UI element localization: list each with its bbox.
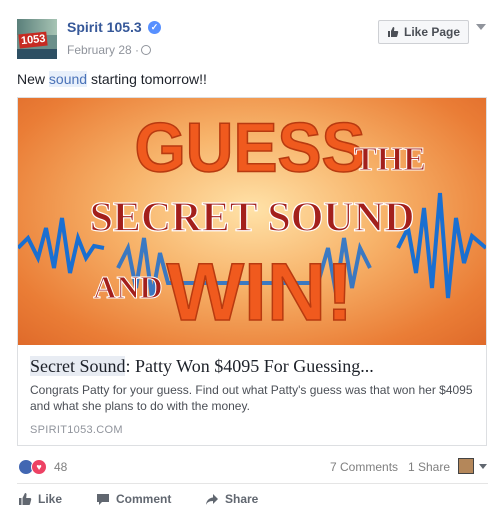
post-message: New sound starting tomorrow!! <box>17 71 207 87</box>
divider <box>17 483 488 484</box>
comment-icon <box>97 494 109 505</box>
avatar-footer <box>17 49 57 59</box>
comment-button[interactable]: Comment <box>96 492 171 506</box>
share-button[interactable]: Share <box>205 492 258 506</box>
image-line-4: AND <box>93 269 162 305</box>
image-line-5: WIN! <box>167 247 354 338</box>
shares-count-link[interactable]: 1 Share <box>408 460 450 474</box>
globe-icon <box>141 45 151 55</box>
page-name-link[interactable]: Spirit 105.3 <box>67 19 142 35</box>
link-preview-card[interactable]: GUESS THE SECRET SOUND AND WIN! Secret S… <box>17 97 487 446</box>
image-line-1: GUESS <box>134 110 365 187</box>
reaction-icons[interactable]: ♥ <box>18 459 50 475</box>
link-description: Congrats Patty for your guess. Find out … <box>30 383 473 413</box>
love-reaction-icon: ♥ <box>31 459 47 475</box>
avatar-logo-text: 1053 <box>18 31 49 49</box>
link-title[interactable]: Secret Sound: Patty Won $4095 For Guessi… <box>30 356 374 377</box>
viewer-avatar[interactable] <box>458 458 474 474</box>
profile-chevron-down-icon[interactable] <box>479 464 487 469</box>
post-options-chevron-icon[interactable] <box>476 24 486 30</box>
share-arrow-icon <box>206 494 218 505</box>
image-line-2: THE <box>354 141 426 178</box>
reaction-count[interactable]: 48 <box>54 460 67 474</box>
like-page-label: Like Page <box>403 25 461 39</box>
highlighted-word[interactable]: sound <box>48 71 88 87</box>
comments-count-link[interactable]: 7 Comments <box>330 460 398 474</box>
image-line-3: SECRET SOUND <box>90 195 415 241</box>
verified-badge-icon: ✓ <box>148 21 161 34</box>
like-button[interactable]: Like <box>18 492 62 506</box>
post-timestamp[interactable]: February 28 · <box>67 43 139 57</box>
link-preview-image[interactable]: GUESS THE SECRET SOUND AND WIN! <box>18 98 486 345</box>
contest-graphic: GUESS THE SECRET SOUND AND WIN! <box>18 109 486 339</box>
thumb-up-icon <box>387 27 399 37</box>
thumb-up-icon <box>19 493 32 505</box>
link-domain: SPIRIT1053.COM <box>30 424 123 436</box>
like-page-button[interactable]: Like Page <box>378 20 469 44</box>
page-avatar[interactable]: 1053 <box>17 19 57 59</box>
